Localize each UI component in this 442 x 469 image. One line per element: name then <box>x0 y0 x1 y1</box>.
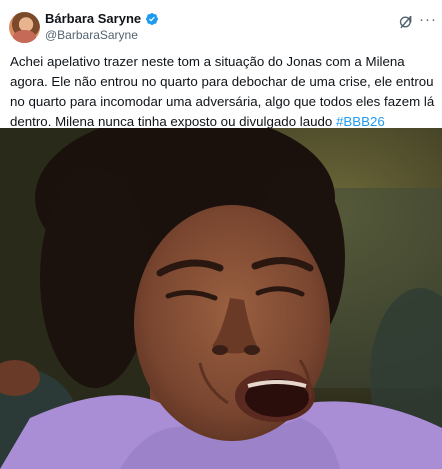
tweet-text: Achei apelativo trazer neste tom a situa… <box>10 52 438 132</box>
more-options-icon[interactable]: ··· <box>419 12 437 28</box>
grok-icon[interactable] <box>398 14 414 30</box>
media-illustration <box>0 128 442 469</box>
author-display-name[interactable]: Bárbara Saryne <box>45 11 141 27</box>
author-handle[interactable]: @BarbaraSaryne <box>45 28 138 42</box>
hashtag-link[interactable]: #BBB26 <box>336 114 385 129</box>
tweet-media-image[interactable] <box>0 128 442 469</box>
verified-badge-icon <box>146 13 159 25</box>
author-name-row[interactable]: Bárbara Saryne <box>45 11 159 27</box>
tweet-header: Bárbara Saryne @BarbaraSaryne ··· <box>0 0 442 46</box>
avatar[interactable] <box>9 12 40 43</box>
